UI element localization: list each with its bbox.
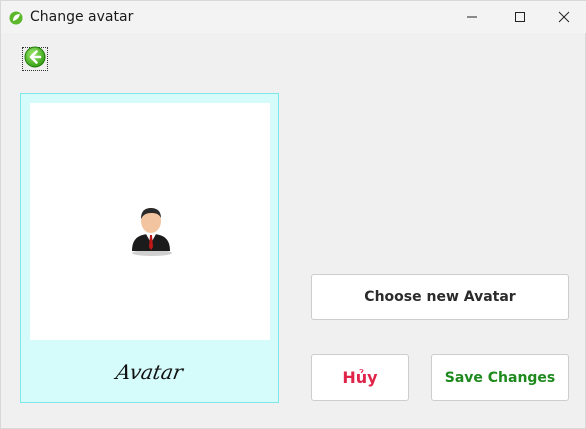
cancel-button[interactable]: Hủy xyxy=(311,354,409,401)
back-arrow-icon xyxy=(24,46,46,72)
maximize-icon xyxy=(514,8,526,27)
person-avatar-icon xyxy=(126,203,176,257)
window-title: Change avatar xyxy=(30,9,134,25)
maximize-button[interactable] xyxy=(497,1,543,33)
close-icon xyxy=(558,8,570,27)
close-button[interactable] xyxy=(541,1,586,33)
change-avatar-window: Change avatar Avatar Choose new Avatar H… xyxy=(0,0,586,429)
choose-new-avatar-button[interactable]: Choose new Avatar xyxy=(311,274,569,320)
avatar-image-area[interactable] xyxy=(30,103,270,340)
minimize-icon xyxy=(466,8,478,27)
minimize-button[interactable] xyxy=(449,1,495,33)
save-changes-button[interactable]: Save Changes xyxy=(431,354,569,401)
title-bar[interactable]: Change avatar xyxy=(1,1,586,33)
app-leaf-icon xyxy=(9,10,23,25)
avatar-panel: Avatar xyxy=(20,93,279,403)
avatar-caption: Avatar xyxy=(114,360,185,384)
back-button[interactable] xyxy=(22,46,48,72)
